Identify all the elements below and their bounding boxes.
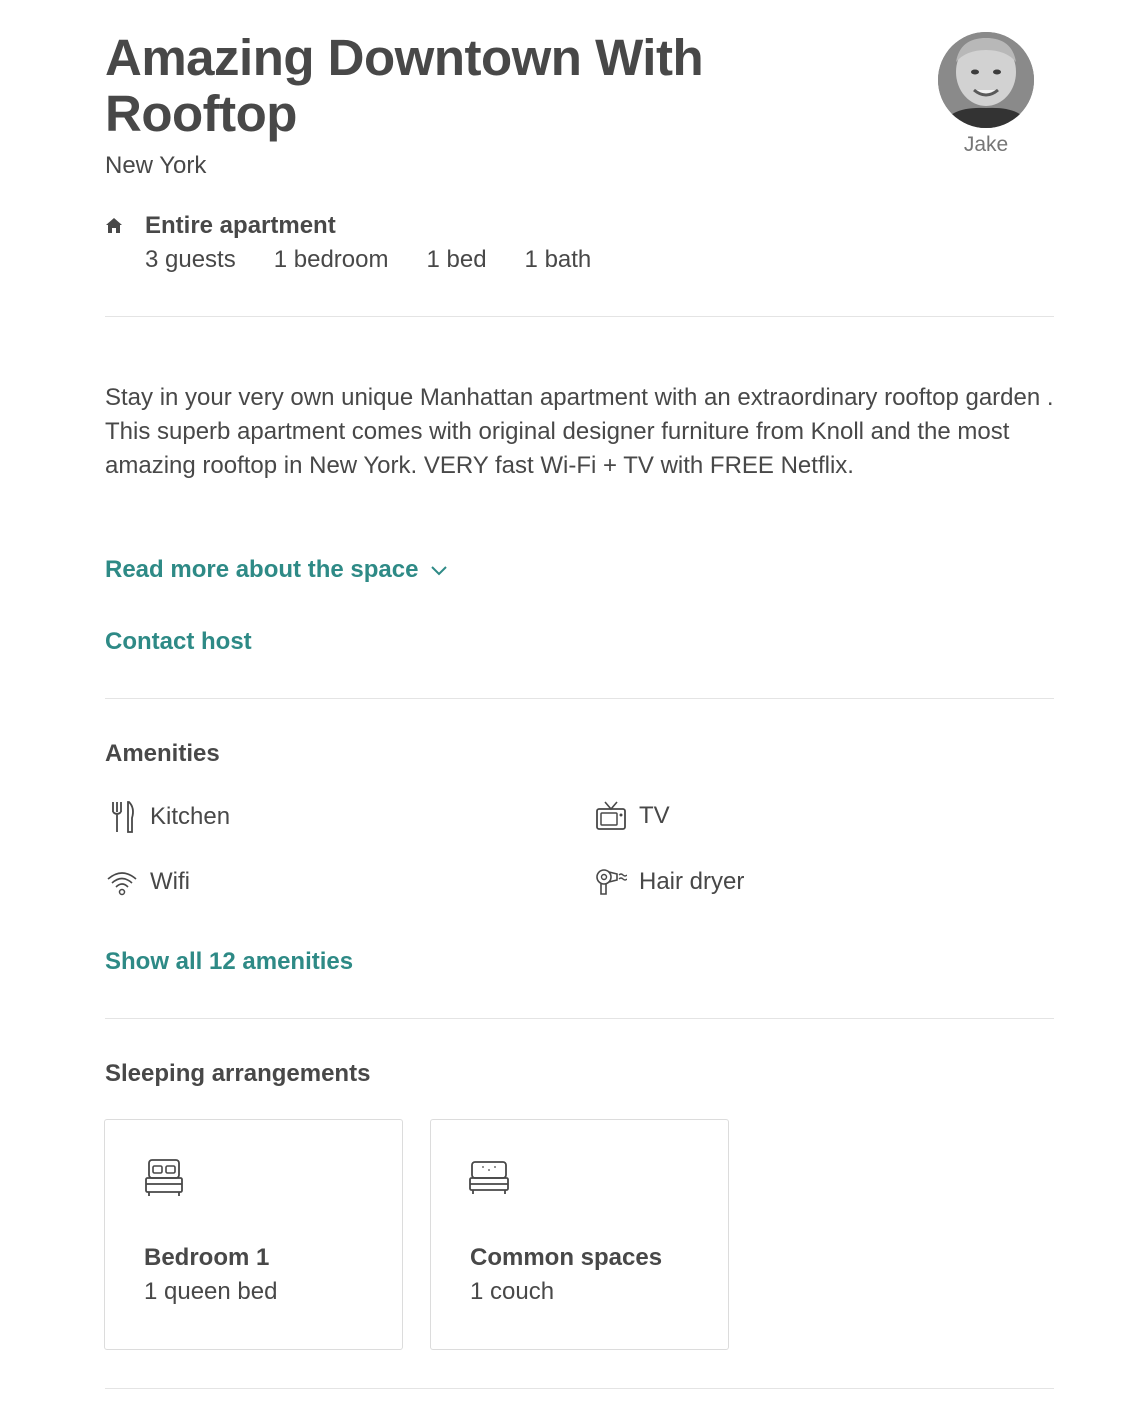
kitchen-icon <box>112 801 134 833</box>
stat-guests: 3 guests <box>145 246 236 273</box>
amenity-wifi: Wifi <box>106 867 190 897</box>
amenity-label: TV <box>639 802 670 829</box>
hair-dryer-icon <box>596 869 627 895</box>
stat-beds: 1 bed <box>426 246 487 273</box>
divider <box>105 316 1054 317</box>
read-more-button[interactable]: Read more about the space <box>105 556 448 584</box>
sleeping-card-common: Common spaces 1 couch <box>430 1119 729 1350</box>
host-name: Jake <box>963 133 1009 156</box>
divider <box>105 1388 1054 1389</box>
home-icon <box>105 217 123 235</box>
amenity-label: Kitchen <box>150 803 231 830</box>
sleeping-arrangements-title: Sleeping arrangements <box>105 1060 371 1087</box>
tv-icon <box>596 801 626 830</box>
show-all-amenities-button[interactable]: Show all 12 amenities <box>105 948 353 976</box>
divider <box>105 698 1054 699</box>
stat-bedrooms: 1 bedroom <box>273 246 389 273</box>
contact-host-button[interactable]: Contact host <box>105 628 252 656</box>
room-beds: 1 couch <box>470 1278 555 1305</box>
room-name: Common spaces <box>470 1244 663 1271</box>
listing-title: Amazing Downtown With Rooftop <box>105 29 704 142</box>
wifi-icon <box>107 872 137 896</box>
amenity-kitchen: Kitchen <box>108 800 230 834</box>
host-photo <box>938 32 1034 128</box>
room-name: Bedroom 1 <box>144 1244 270 1271</box>
listing-location: New York <box>105 152 207 179</box>
divider <box>105 1018 1054 1019</box>
amenity-label: Wifi <box>150 868 190 895</box>
stat-baths: 1 bath <box>524 246 592 273</box>
chevron-down-icon <box>431 566 448 576</box>
host-avatar[interactable] <box>938 32 1034 128</box>
listing-stats: 3 guests 1 bedroom 1 bed 1 bath <box>145 246 591 274</box>
room-beds: 1 queen bed <box>144 1278 278 1305</box>
bed-icon <box>145 1159 183 1196</box>
amenity-tv: TV <box>595 800 670 832</box>
couch-icon <box>469 1161 509 1194</box>
amenity-label: Hair dryer <box>639 868 745 895</box>
amenity-hair-dryer: Hair dryer <box>595 867 744 897</box>
listing-page: Amazing Downtown With Rooftop New York J… <box>0 0 1132 1410</box>
sleeping-card-bedroom: Bedroom 1 1 queen bed <box>104 1119 403 1350</box>
amenities-title: Amenities <box>105 740 220 767</box>
read-more-label: Read more about the space <box>105 556 419 583</box>
property-type: Entire apartment <box>145 212 336 239</box>
listing-description: Stay in your very own unique Manhattan a… <box>105 384 1054 479</box>
